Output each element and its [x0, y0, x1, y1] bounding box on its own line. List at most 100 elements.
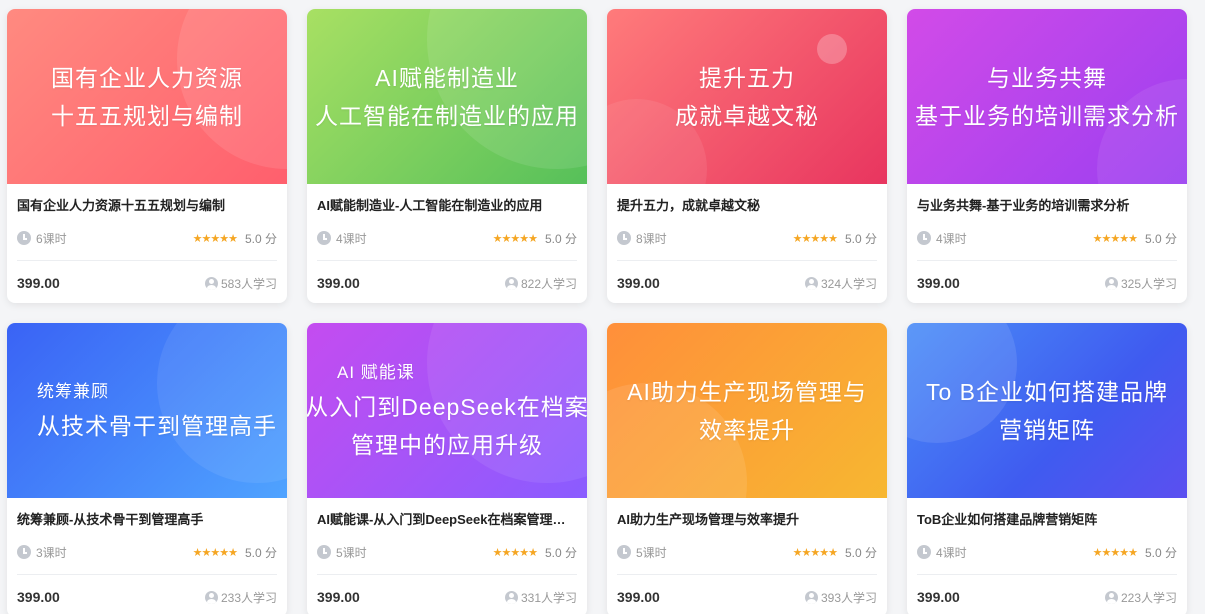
course-footer: 399.00 325人学习: [917, 271, 1177, 295]
course-cover[interactable]: 统筹兼顾 从技术骨干到管理高手: [7, 323, 287, 498]
divider: [617, 260, 877, 261]
course-card[interactable]: 统筹兼顾 从技术骨干到管理高手统筹兼顾-从技术骨干到管理高手 3课时 ★★★★★ 5.0…: [7, 323, 287, 614]
course-cover[interactable]: 与业务共舞 基于业务的培训需求分析: [907, 9, 1187, 184]
course-cover[interactable]: AI助力生产现场管理与 效率提升: [607, 323, 887, 498]
star-rating-icon: ★★★★★: [192, 232, 238, 245]
rating-score: 5.0 分: [844, 231, 877, 246]
course-price: 399.00: [917, 275, 960, 291]
user-icon: [1104, 276, 1118, 290]
learner-count-label: 223人学习: [1120, 590, 1177, 605]
course-price: 399.00: [17, 275, 60, 291]
cover-text-line: 统筹兼顾: [37, 381, 109, 401]
rating-score: 5.0 分: [844, 545, 877, 560]
course-cover[interactable]: To B企业如何搭建品牌 营销矩阵: [907, 323, 1187, 498]
learner-count-label: 822人学习: [520, 276, 577, 291]
cover-text-line: To B企业如何搭建品牌: [925, 378, 1169, 405]
course-footer: 399.00 393人学习: [617, 585, 877, 609]
cover-text-line: 人工智能在制造业的应用: [315, 102, 579, 129]
course-title[interactable]: AI赋能课-从入门到DeepSeek在档案管理中的应用升级: [317, 510, 577, 530]
user-icon: [804, 276, 818, 290]
course-title[interactable]: 国有企业人力资源十五五规划与编制: [17, 196, 277, 216]
course-cover[interactable]: 提升五力成就卓越文秘: [607, 9, 887, 184]
rating: ★★★★★ 5.0 分: [493, 544, 577, 561]
learner-count: 331人学习: [504, 589, 577, 606]
rating-score: 5.0 分: [244, 231, 277, 246]
clock-icon: [617, 231, 631, 245]
user-icon: [504, 590, 518, 604]
course-price: 399.00: [317, 589, 360, 605]
rating: ★★★★★ 5.0 分: [793, 544, 877, 561]
course-title[interactable]: 统筹兼顾-从技术骨干到管理高手: [17, 510, 277, 530]
cover-text-line: 基于业务的培训需求分析: [915, 102, 1179, 129]
lesson-count-label: 4课时: [336, 231, 367, 246]
course-cover[interactable]: AI 赋能课从入门到DeepSeek在档案 管理中的应用升级: [307, 323, 587, 498]
clock-icon: [917, 545, 931, 559]
lesson-count: 3课时: [17, 544, 67, 561]
course-footer: 399.00 233人学习: [17, 585, 277, 609]
course-card[interactable]: AI 赋能课从入门到DeepSeek在档案 管理中的应用升级 AI赋能课-从入门到D…: [307, 323, 587, 614]
rating-score: 5.0 分: [1144, 545, 1177, 560]
course-card[interactable]: AI赋能制造业 人工智能在制造业的应用 AI赋能制造业-人工智能在制造业的应用 4课时…: [307, 9, 587, 303]
divider: [917, 574, 1177, 575]
learner-count: 583人学习: [204, 275, 277, 292]
course-title[interactable]: 提升五力，成就卓越文秘: [617, 196, 877, 216]
course-meta: 5课时 ★★★★★ 5.0 分: [617, 542, 877, 562]
course-footer: 399.00 324人学习: [617, 271, 877, 295]
course-price: 399.00: [917, 589, 960, 605]
course-title[interactable]: 与业务共舞-基于业务的培训需求分析: [917, 196, 1177, 216]
lesson-count: 4课时: [317, 230, 367, 247]
rating-score: 5.0 分: [544, 545, 577, 560]
rating: ★★★★★ 5.0 分: [193, 544, 277, 561]
cover-text-line: 管理中的应用升级: [351, 431, 543, 458]
cover-text-line: 十五五规划与编制: [51, 102, 243, 129]
course-title[interactable]: ToB企业如何搭建品牌营销矩阵: [917, 510, 1177, 530]
clock-icon: [617, 545, 631, 559]
course-card[interactable]: 与业务共舞 基于业务的培训需求分析 与业务共舞-基于业务的培训需求分析 4课时 ★★★★…: [907, 9, 1187, 303]
clock-icon: [17, 545, 31, 559]
course-price: 399.00: [617, 589, 660, 605]
course-card[interactable]: 提升五力 成就卓越文秘 提升五力，成就卓越文秘 8课时 ★★★★★ 5.0 分 399.00…: [607, 9, 887, 303]
course-meta: 4课时 ★★★★★ 5.0 分: [917, 542, 1177, 562]
clock-icon: [317, 545, 331, 559]
learner-count: 324人学习: [804, 275, 877, 292]
divider: [917, 260, 1177, 261]
rating: ★★★★★ 5.0 分: [793, 230, 877, 247]
course-cover[interactable]: AI赋能制造业 人工智能在制造业的应用: [307, 9, 587, 184]
clock-icon: [17, 231, 31, 245]
course-cover[interactable]: 国有企业人力资源 十五五规划与编制: [7, 9, 287, 184]
cover-text-line: 从入门到DeepSeek在档案: [307, 393, 587, 420]
learner-count-label: 393人学习: [820, 590, 877, 605]
divider: [317, 260, 577, 261]
lesson-count: 5课时: [617, 544, 667, 561]
rating-score: 5.0 分: [244, 545, 277, 560]
star-rating-icon: ★★★★★: [192, 546, 238, 559]
rating: ★★★★★ 5.0 分: [193, 230, 277, 247]
lesson-count-label: 3课时: [36, 545, 67, 560]
user-icon: [1104, 590, 1118, 604]
course-card[interactable]: To B企业如何搭建品牌 营销矩阵 ToB企业如何搭建品牌营销矩阵 4课时 ★★★★★ 5…: [907, 323, 1187, 614]
course-card[interactable]: AI助力生产现场管理与 效率提升 AI助力生产现场管理与效率提升 5课时 ★★★★★ 5.…: [607, 323, 887, 614]
course-title[interactable]: AI助力生产现场管理与效率提升: [617, 510, 877, 530]
cover-text-line: 提升五力: [699, 64, 795, 91]
cover-text-line: 效率提升: [699, 416, 795, 443]
course-footer: 399.00 822人学习: [317, 271, 577, 295]
cover-text-line: AI助力生产现场管理与: [627, 378, 867, 405]
course-title[interactable]: AI赋能制造业-人工智能在制造业的应用: [317, 196, 577, 216]
lesson-count: 4课时: [917, 544, 967, 561]
user-icon: [504, 276, 518, 290]
learner-count: 325人学习: [1104, 275, 1177, 292]
divider: [17, 260, 277, 261]
user-icon: [204, 590, 218, 604]
course-card[interactable]: 国有企业人力资源 十五五规划与编制 国有企业人力资源十五五规划与编制 6课时 ★★★★★…: [7, 9, 287, 303]
star-rating-icon: ★★★★★: [792, 232, 838, 245]
lesson-count: 5课时: [317, 544, 367, 561]
lesson-count-label: 4课时: [936, 545, 967, 560]
course-price: 399.00: [317, 275, 360, 291]
rating: ★★★★★ 5.0 分: [1093, 544, 1177, 561]
learner-count: 822人学习: [504, 275, 577, 292]
course-footer: 399.00 223人学习: [917, 585, 1177, 609]
lesson-count-label: 5课时: [636, 545, 667, 560]
cover-text-line: 成就卓越文秘: [675, 102, 819, 129]
lesson-count-label: 4课时: [936, 231, 967, 246]
cover-text-line: AI 赋能课: [337, 362, 415, 382]
